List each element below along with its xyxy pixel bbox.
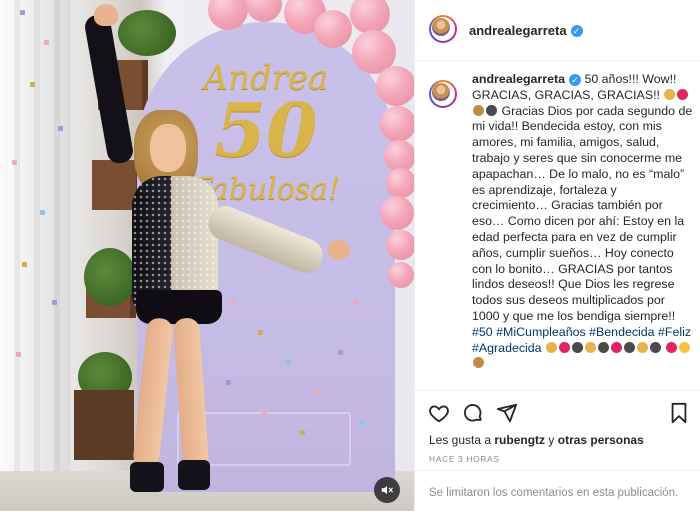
likes-prefix: Les gusta a	[429, 433, 492, 447]
comments-disabled-notice: Se limitaron los comentarios en esta pub…	[415, 470, 700, 512]
cake-emoji-icon	[473, 104, 484, 116]
verified-badge-icon: ✓	[570, 24, 583, 37]
party-popper-emoji-icon	[486, 104, 497, 116]
heart-icon[interactable]	[427, 401, 451, 425]
hashtag-link[interactable]: #MiCumpleaños	[496, 325, 586, 339]
share-icon[interactable]	[495, 401, 519, 425]
header-username[interactable]: andrealegarreta	[469, 23, 567, 38]
bookmark-icon[interactable]	[667, 401, 691, 425]
post-media[interactable]: Andrea 50 Fabulosa!	[0, 0, 414, 511]
avatar[interactable]	[429, 15, 457, 43]
caption-username[interactable]: andrealegarreta	[472, 72, 565, 86]
party-popper-emoji-icon	[598, 341, 610, 353]
praying-hands-emoji-icon	[664, 88, 676, 100]
likes-joiner: y	[548, 433, 555, 447]
likes-summary: Les gusta a rubengtz y otras personas	[429, 433, 644, 447]
comments-disabled-text: Se limitaron los comentarios en esta pub…	[429, 487, 679, 499]
party-popper-emoji-icon	[624, 341, 636, 353]
red-heart-emoji-icon	[611, 341, 623, 353]
praying-hands-emoji-icon	[585, 341, 597, 353]
likes-others-link[interactable]: otras personas	[558, 433, 644, 447]
party-popper-emoji-icon	[572, 341, 584, 353]
woman-in-sequin-dress	[60, 0, 350, 511]
party-popper-emoji-icon	[650, 341, 662, 353]
red-heart-emoji-icon	[677, 88, 689, 100]
post-side-panel: andrealegarreta ✓ andrealegarreta ✓ 50 año…	[414, 0, 700, 511]
smiling-face-emoji-icon	[679, 341, 691, 353]
hashtag-link[interactable]: #Agradecida	[472, 341, 542, 355]
post-caption: andrealegarreta ✓ 50 años!!! Wow!! GRACIA…	[472, 72, 694, 372]
post-header: andrealegarreta ✓	[415, 0, 700, 61]
post-timestamp[interactable]: HACE 3 HORAS	[429, 454, 500, 464]
cake-emoji-icon	[473, 357, 484, 369]
caption-avatar[interactable]	[429, 80, 457, 108]
praying-hands-emoji-icon	[546, 341, 558, 353]
comment-icon[interactable]	[461, 401, 485, 425]
likes-username[interactable]: rubengtz	[494, 433, 545, 447]
verified-badge-icon: ✓	[568, 73, 581, 86]
caption-text-part-2: Gracias Dios por cada segundo de mi vida…	[472, 103, 693, 323]
red-heart-emoji-icon	[559, 341, 571, 353]
praying-hands-emoji-icon	[637, 341, 649, 353]
muted-speaker-icon[interactable]	[374, 477, 400, 503]
instagram-post: Andrea 50 Fabulosa! andrealegarreta ✓ an…	[0, 0, 700, 511]
hashtag-link[interactable]: #Bendecida	[589, 325, 654, 339]
hashtag-link[interactable]: #50	[472, 325, 493, 339]
red-heart-emoji-icon	[666, 341, 678, 353]
hashtag-link[interactable]: #Feliz	[658, 325, 691, 339]
